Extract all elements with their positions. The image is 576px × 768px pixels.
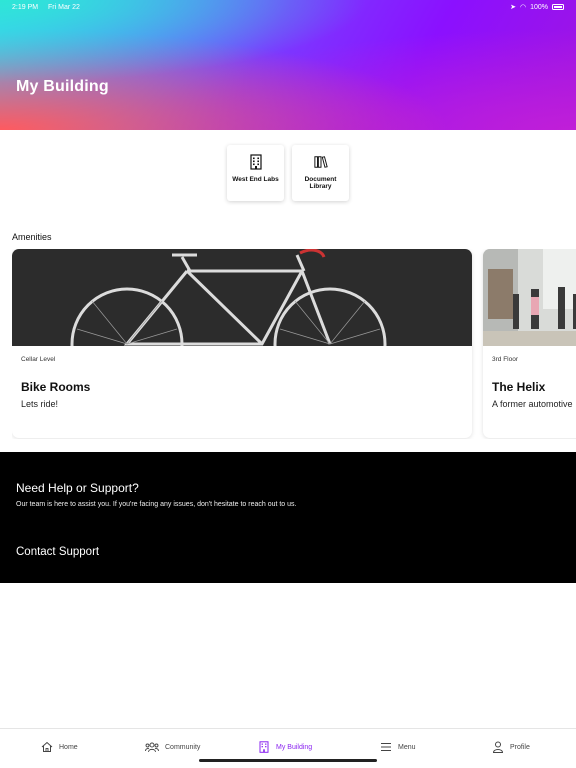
tab-community[interactable]: Community bbox=[145, 741, 200, 753]
page-title: My Building bbox=[16, 78, 109, 95]
amenity-card-the-helix[interactable]: 3rd Floor The Helix A former automotive bbox=[483, 249, 576, 438]
quick-link-west-end-labs[interactable]: West End Labs bbox=[227, 145, 284, 201]
amenity-level: Cellar Level bbox=[21, 356, 56, 363]
building-icon bbox=[249, 154, 262, 170]
tab-menu[interactable]: Menu bbox=[380, 741, 416, 753]
tab-label: My Building bbox=[276, 743, 313, 751]
battery-percent: 100% bbox=[530, 3, 548, 11]
contact-support-link[interactable]: Contact Support bbox=[16, 546, 99, 558]
amenity-description: Lets ride! bbox=[21, 399, 59, 409]
tab-label: Profile bbox=[510, 743, 530, 751]
support-title: Need Help or Support? bbox=[16, 481, 139, 495]
wifi-icon: ◠ bbox=[519, 4, 527, 11]
support-section: Need Help or Support? Our team is here t… bbox=[0, 452, 576, 583]
quick-link-label: Document Library bbox=[304, 176, 337, 190]
quick-link-label: West End Labs bbox=[232, 176, 279, 183]
status-date: Fri Mar 22 bbox=[48, 3, 80, 11]
amenity-level: 3rd Floor bbox=[492, 356, 519, 363]
tab-my-building[interactable]: My Building bbox=[258, 741, 312, 753]
profile-icon bbox=[492, 741, 504, 753]
support-description: Our team is here to assist you. If you'r… bbox=[16, 501, 297, 508]
amenity-name: The Helix bbox=[492, 380, 546, 394]
amenity-description: A former automotive bbox=[492, 399, 573, 409]
books-icon bbox=[313, 156, 328, 168]
menu-icon bbox=[381, 743, 391, 751]
home-indicator[interactable] bbox=[199, 759, 377, 762]
tab-bar: Home Community My Building Menu Profile bbox=[0, 728, 576, 768]
quick-links: West End Labs Document Library bbox=[227, 145, 349, 201]
amenity-image bbox=[483, 249, 576, 346]
tab-profile[interactable]: Profile bbox=[492, 741, 530, 753]
tab-home[interactable]: Home bbox=[41, 741, 78, 753]
amenities-carousel[interactable]: Cellar Level Bike Rooms Lets ride! 3rd F… bbox=[12, 249, 576, 439]
battery-icon bbox=[552, 4, 564, 10]
status-time: 2:19 PM bbox=[12, 3, 39, 11]
amenities-heading: Amenities bbox=[12, 232, 52, 242]
home-icon bbox=[41, 741, 53, 752]
tab-label: Menu bbox=[398, 743, 416, 751]
amenity-name: Bike Rooms bbox=[21, 380, 91, 394]
community-icon bbox=[145, 742, 159, 753]
status-bar: 2:19 PM Fri Mar 22 ➤ ◠ 100% bbox=[0, 0, 576, 14]
amenity-image bbox=[12, 249, 472, 346]
quick-link-document-library[interactable]: Document Library bbox=[292, 145, 349, 201]
amenity-card-bike-rooms[interactable]: Cellar Level Bike Rooms Lets ride! bbox=[12, 249, 472, 438]
location-icon: ➤ bbox=[510, 4, 516, 11]
tab-label: Home bbox=[59, 743, 78, 751]
header-banner: My Building bbox=[0, 0, 576, 130]
building-icon bbox=[259, 741, 269, 753]
tab-label: Community bbox=[165, 743, 201, 751]
